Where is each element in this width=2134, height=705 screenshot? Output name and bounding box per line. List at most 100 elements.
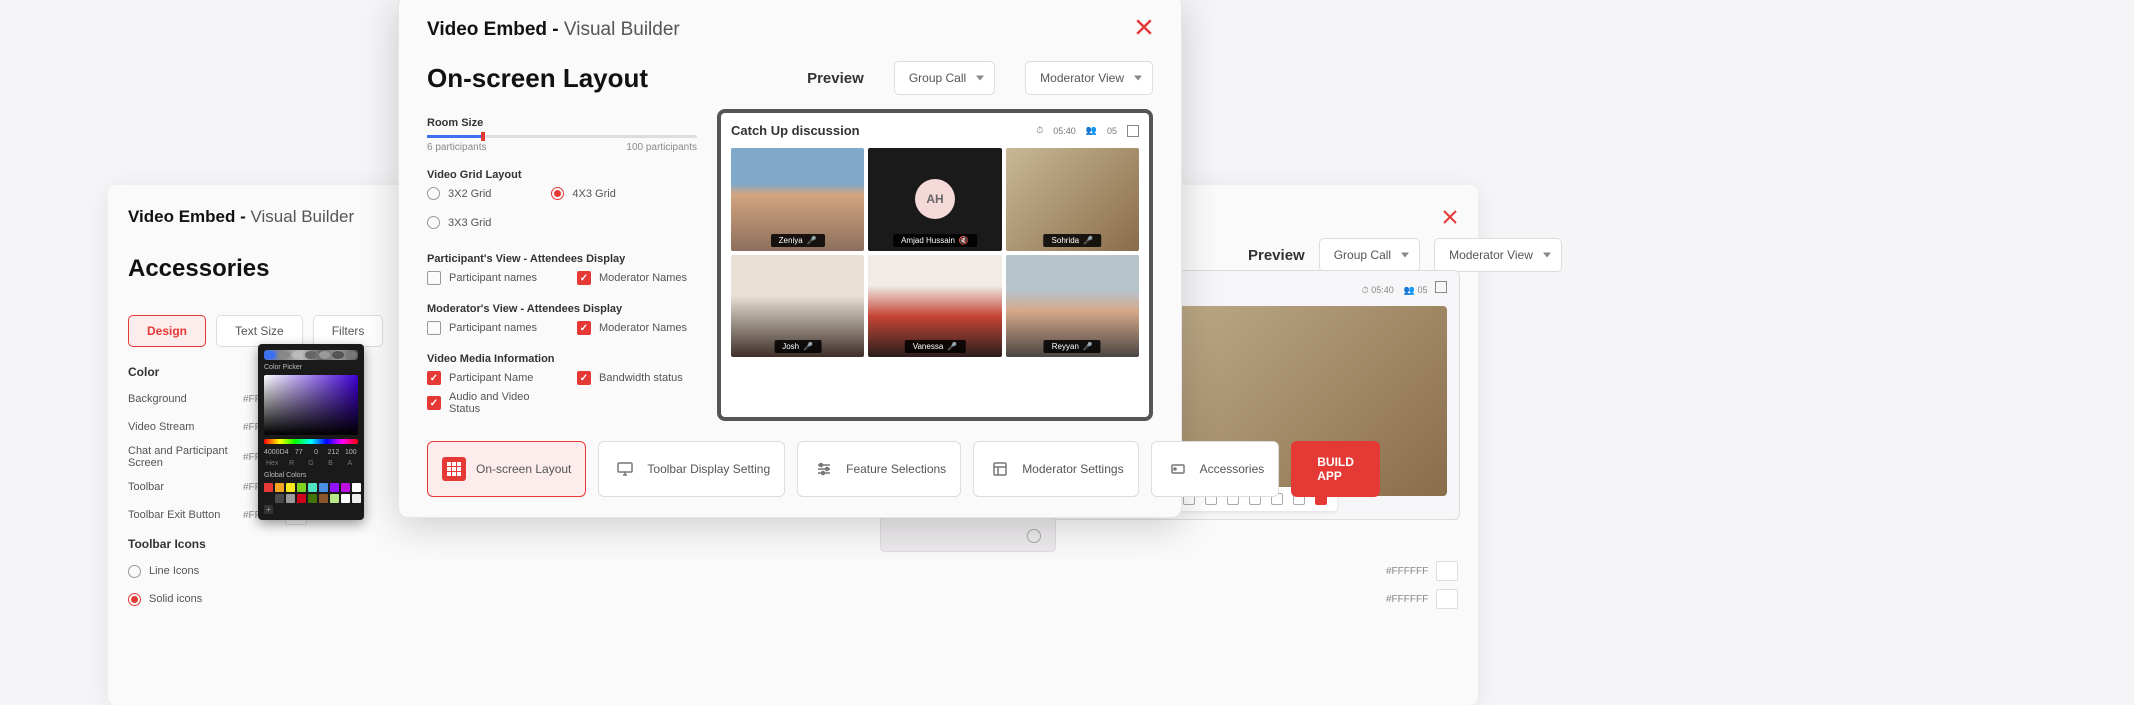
close-icon[interactable]: [1135, 18, 1153, 41]
preset-swatch[interactable]: [308, 494, 317, 503]
color-row-background: Background: [128, 393, 243, 405]
mic-muted-icon: 🔇: [959, 236, 969, 245]
preset-swatch[interactable]: [286, 483, 295, 492]
cb-pv-moderator-names[interactable]: [577, 271, 591, 285]
mic-icon: 🎤: [947, 342, 957, 351]
preview-label: Preview: [1248, 247, 1305, 264]
preset-swatch[interactable]: [308, 483, 317, 492]
preset-swatch[interactable]: [319, 494, 328, 503]
tab-filters[interactable]: Filters: [313, 315, 384, 347]
build-app-button[interactable]: BUILD APP: [1291, 441, 1380, 497]
select-call-type[interactable]: Group Call: [894, 61, 995, 95]
section-heading: Accessories: [128, 255, 269, 283]
clock-icon: ⏱: [1362, 285, 1372, 295]
color-swatch[interactable]: [1436, 561, 1458, 581]
people-icon: 👥: [1404, 285, 1418, 295]
nav-accessories[interactable]: Accessories: [1151, 441, 1280, 497]
layout-builder-modal: Video Embed - Visual Builder On-screen L…: [398, 0, 1182, 518]
radio-3x2[interactable]: [427, 187, 440, 200]
preview-label: Preview: [807, 70, 864, 87]
sliders-icon: [812, 457, 836, 481]
color-row-toolbar: Toolbar: [128, 481, 243, 493]
nav-onscreen-layout[interactable]: On-screen Layout: [427, 441, 586, 497]
tab-design[interactable]: Design: [128, 315, 206, 347]
mic-icon: 🎤: [807, 236, 817, 245]
cb-av-status[interactable]: [427, 396, 441, 410]
radio-4x3[interactable]: [551, 187, 564, 200]
radio-solid-icons[interactable]: [128, 593, 141, 606]
cb-mv-moderator-names[interactable]: [577, 321, 591, 335]
tab-text-size[interactable]: Text Size: [216, 315, 303, 347]
preset-swatch[interactable]: [319, 483, 328, 492]
cb-bandwidth[interactable]: [577, 371, 591, 385]
nav-moderator-settings[interactable]: Moderator Settings: [973, 441, 1138, 497]
add-color-icon[interactable]: +: [264, 505, 273, 514]
expand-icon[interactable]: [1127, 125, 1139, 137]
grid-layout-label: Video Grid Layout: [427, 169, 697, 181]
select-view-type[interactable]: Moderator View: [1434, 238, 1562, 272]
preset-swatch[interactable]: [264, 494, 273, 503]
color-canvas[interactable]: [264, 375, 358, 435]
color-preset-grid[interactable]: +: [264, 483, 358, 514]
people-icon: 👥: [1086, 125, 1097, 136]
mic-icon: 🎤: [1083, 342, 1093, 351]
room-size-slider[interactable]: [427, 135, 697, 138]
toolbar-icons-label: Toolbar Icons: [128, 537, 1458, 551]
moderator-view-label: Moderator's View - Attendees Display: [427, 303, 697, 315]
radio-line-icons[interactable]: [128, 565, 141, 578]
preview-title: Catch Up discussion: [731, 123, 860, 138]
preset-swatch[interactable]: [264, 483, 273, 492]
hue-slider[interactable]: [264, 439, 358, 444]
cb-pv-participant-names[interactable]: [427, 271, 441, 285]
preset-swatch[interactable]: [330, 483, 339, 492]
cb-participant-name[interactable]: [427, 371, 441, 385]
room-size-label: Room Size: [427, 117, 697, 129]
preset-swatch[interactable]: [297, 483, 306, 492]
close-icon[interactable]: [1442, 209, 1458, 225]
mic-icon: 🎤: [1083, 236, 1093, 245]
grid-icon: [442, 457, 466, 481]
select-call-type[interactable]: Group Call: [1319, 238, 1420, 272]
modal-title: Video Embed - Visual Builder: [427, 19, 680, 41]
preset-swatch[interactable]: [297, 494, 306, 503]
preset-swatch[interactable]: [330, 494, 339, 503]
video-preview: Catch Up discussion ⏱05:40 👥05 Zeniya🎤 A…: [717, 109, 1153, 421]
preset-swatch[interactable]: [286, 494, 295, 503]
clock-icon: ⏱: [1036, 125, 1043, 136]
color-picker-label: Color Picker: [264, 364, 358, 371]
preset-swatch[interactable]: [275, 494, 284, 503]
video-tile: Reyyan🎤: [1006, 255, 1139, 358]
layout-icon: [988, 457, 1012, 481]
modal-title: Video Embed - Visual Builder: [128, 207, 354, 227]
color-row-video-stream: Video Stream: [128, 421, 243, 433]
video-tile: Zeniya🎤: [731, 148, 864, 251]
media-info-label: Video Media Information: [427, 353, 697, 365]
avatar-initials: AH: [915, 179, 955, 219]
accessory-icon: [1166, 457, 1190, 481]
global-colors-label: Global Colors: [264, 472, 358, 479]
color-picker-popover[interactable]: Color Picker 4000D4 77 0 212 100 Hex R G…: [258, 344, 364, 520]
expand-icon[interactable]: [1435, 281, 1447, 293]
video-tile: AHAmjad Hussain🔇: [868, 148, 1001, 251]
monitor-icon: [613, 457, 637, 481]
video-tile: Sohrida🎤: [1006, 148, 1139, 251]
preset-swatch[interactable]: [341, 483, 350, 492]
preset-swatch[interactable]: [352, 483, 361, 492]
preset-swatch[interactable]: [352, 494, 361, 503]
radio-3x3[interactable]: [427, 216, 440, 229]
video-tile: Vanessa🎤: [868, 255, 1001, 358]
video-tile: Josh🎤: [731, 255, 864, 358]
select-view-type[interactable]: Moderator View: [1025, 61, 1153, 95]
nav-toolbar-display[interactable]: Toolbar Display Setting: [598, 441, 785, 497]
section-heading: On-screen Layout: [427, 63, 648, 94]
color-row-toolbar-exit: Toolbar Exit Button: [128, 509, 243, 521]
preset-swatch[interactable]: [275, 483, 284, 492]
mic-icon: 🎤: [803, 342, 813, 351]
cb-mv-participant-names[interactable]: [427, 321, 441, 335]
color-row-chat-screen: Chat and Participant Screen: [128, 445, 243, 469]
settings-icon: [1027, 529, 1041, 543]
color-swatch[interactable]: [1436, 589, 1458, 609]
nav-feature-selections[interactable]: Feature Selections: [797, 441, 961, 497]
preset-swatch[interactable]: [341, 494, 350, 503]
participant-view-label: Participant's View - Attendees Display: [427, 253, 697, 265]
